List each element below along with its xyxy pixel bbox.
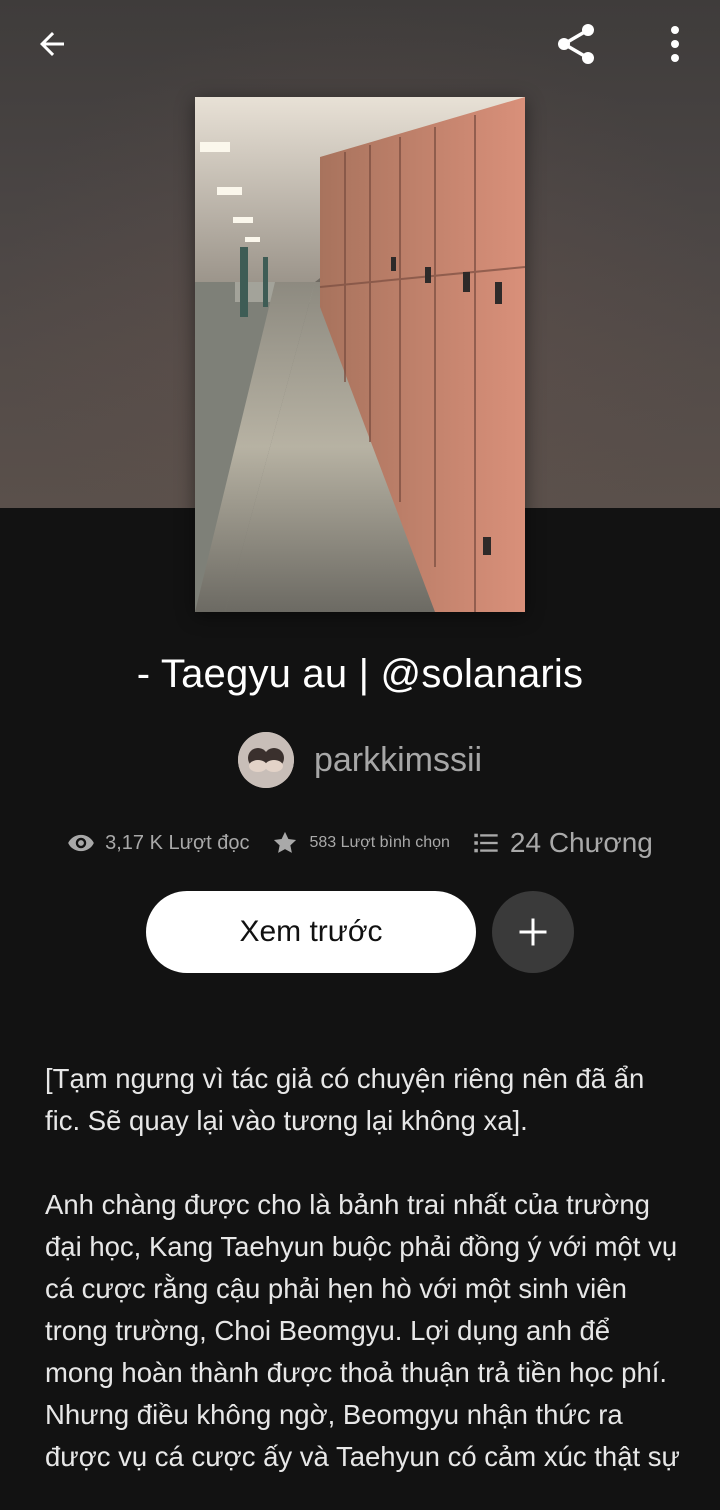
votes-count: 583 Lượt bình chọn [309,834,450,851]
story-title: - Taegyu au | @solanaris [136,652,584,696]
star-icon [274,831,297,853]
eye-icon [68,834,94,852]
add-to-library-button[interactable] [492,891,574,973]
story-stats: 3,17 K Lượt đọc 583 Lượt bình chọn 24 Ch… [0,818,720,868]
story-cover-image[interactable] [195,97,525,612]
reads-count: 3,17 K Lượt đọc [105,831,250,854]
author-name[interactable]: parkkimssii [314,741,482,780]
description-paragraph: Anh chàng được cho là bảnh trai nhất của… [45,1189,680,1472]
story-description: [Tạm ngưng vì tác giả có chuyện riêng nê… [45,1058,685,1478]
more-vertical-icon [671,26,679,62]
description-paragraph: [Tạm ngưng vì tác giả có chuyện riêng nê… [45,1063,645,1136]
reads-stat: 3,17 K Lượt đọc [67,829,249,857]
author-row[interactable]: parkkimssii [0,730,720,790]
preview-button[interactable]: Xem trước [146,891,476,973]
share-button[interactable] [552,20,600,68]
action-row: Xem trước [0,890,720,974]
arrow-left-icon [40,32,64,56]
share-icon [558,24,594,64]
more-options-button[interactable] [651,20,699,68]
votes-stat: 583 Lượt bình chọn [271,829,450,857]
parts-stat[interactable]: 24 Chương [472,827,653,859]
author-avatar[interactable] [237,732,294,788]
list-icon [474,833,498,853]
parts-count[interactable]: 24 Chương [510,827,653,859]
back-button[interactable] [28,20,76,68]
plus-icon [519,918,547,946]
top-bar [0,0,720,90]
